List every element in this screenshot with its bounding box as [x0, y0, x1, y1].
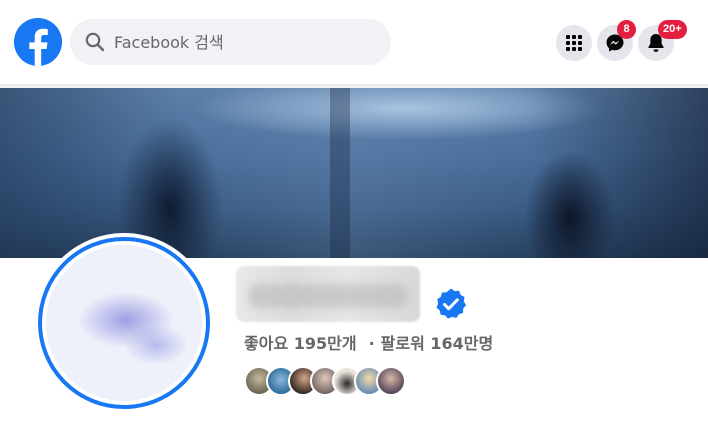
followers-count[interactable]: 팔로워 164만명	[381, 334, 494, 353]
story-ring	[38, 237, 210, 409]
verified-badge-icon	[436, 288, 467, 319]
search-bar[interactable]	[70, 19, 391, 65]
stats-separator: ·	[368, 334, 375, 353]
notifications-button[interactable]: 20+	[638, 20, 687, 61]
apps-grid-icon	[566, 35, 582, 51]
profile-picture[interactable]	[34, 233, 214, 413]
messenger-badge: 8	[617, 20, 636, 39]
search-input[interactable]	[114, 32, 374, 52]
profile-picture-image	[46, 245, 202, 401]
profile-name-blurred	[236, 266, 420, 322]
follower-avatar[interactable]	[376, 366, 406, 396]
facebook-logo-icon[interactable]	[14, 18, 62, 66]
likes-count[interactable]: 좋아요 195만개	[244, 334, 357, 353]
cover-photo[interactable]	[0, 88, 708, 258]
search-icon	[85, 32, 105, 52]
profile-stats: 좋아요 195만개 · 팔로워 164만명	[244, 330, 493, 354]
messenger-button[interactable]: 8	[597, 20, 636, 61]
top-navigation-bar: 8 20+	[0, 0, 708, 84]
follower-avatars	[244, 366, 406, 396]
menu-button[interactable]	[556, 25, 592, 61]
notifications-badge: 20+	[658, 20, 687, 39]
